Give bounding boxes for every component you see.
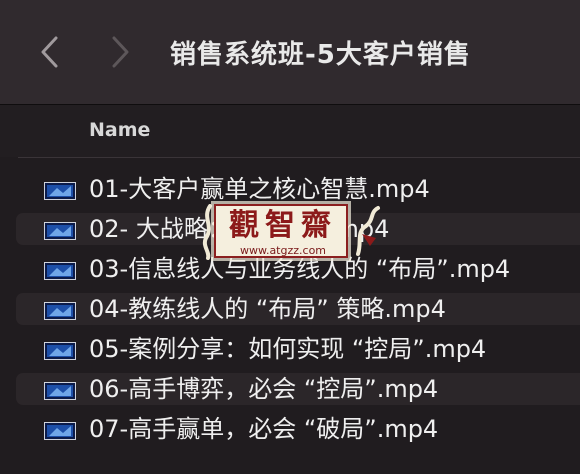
list-item[interactable]: 04-教练线人的 “布局” 策略.mp4 <box>16 293 580 325</box>
video-file-icon <box>44 302 76 320</box>
video-file-icon <box>44 342 76 360</box>
list-item[interactable]: 05-案例分享：如何实现 “控局”.mp4 <box>16 333 580 365</box>
calligraphy-ornament-icon <box>356 206 380 256</box>
list-item[interactable]: 07-高手赢单，必会 “破局”.mp4 <box>16 413 580 445</box>
window-title: 销售系统班-5大客户销售 <box>170 40 471 70</box>
file-name: 04-教练线人的 “布局” 策略.mp4 <box>89 295 446 323</box>
video-file-icon <box>44 422 76 440</box>
forward-button[interactable] <box>106 32 136 72</box>
watermark-url: www.atgzz.com <box>239 244 327 257</box>
chevron-right-icon <box>112 36 129 68</box>
file-name: 06-高手博弈，必会 “控局”.mp4 <box>89 375 439 403</box>
file-name: 07-高手赢单，必会 “破局”.mp4 <box>89 415 439 443</box>
video-file-icon <box>44 222 76 240</box>
video-file-icon <box>44 262 76 280</box>
header-divider <box>18 157 580 158</box>
column-header-name[interactable]: Name <box>89 119 150 141</box>
video-file-icon <box>44 382 76 400</box>
back-button[interactable] <box>34 32 64 72</box>
list-header: Name <box>0 105 580 157</box>
video-file-icon <box>44 182 76 200</box>
finder-toolbar: 销售系统班-5大客户销售 <box>0 0 580 104</box>
list-item[interactable]: 06-高手博弈，必会 “控局”.mp4 <box>16 373 580 405</box>
watermark: 觀智齋 www.atgzz.com <box>200 198 384 268</box>
watermark-seal: 觀智齋 www.atgzz.com <box>214 204 348 258</box>
watermark-logo-text: 觀智齋 <box>229 208 337 243</box>
chevron-left-icon <box>41 36 58 68</box>
file-name: 05-案例分享：如何实现 “控局”.mp4 <box>89 335 487 363</box>
